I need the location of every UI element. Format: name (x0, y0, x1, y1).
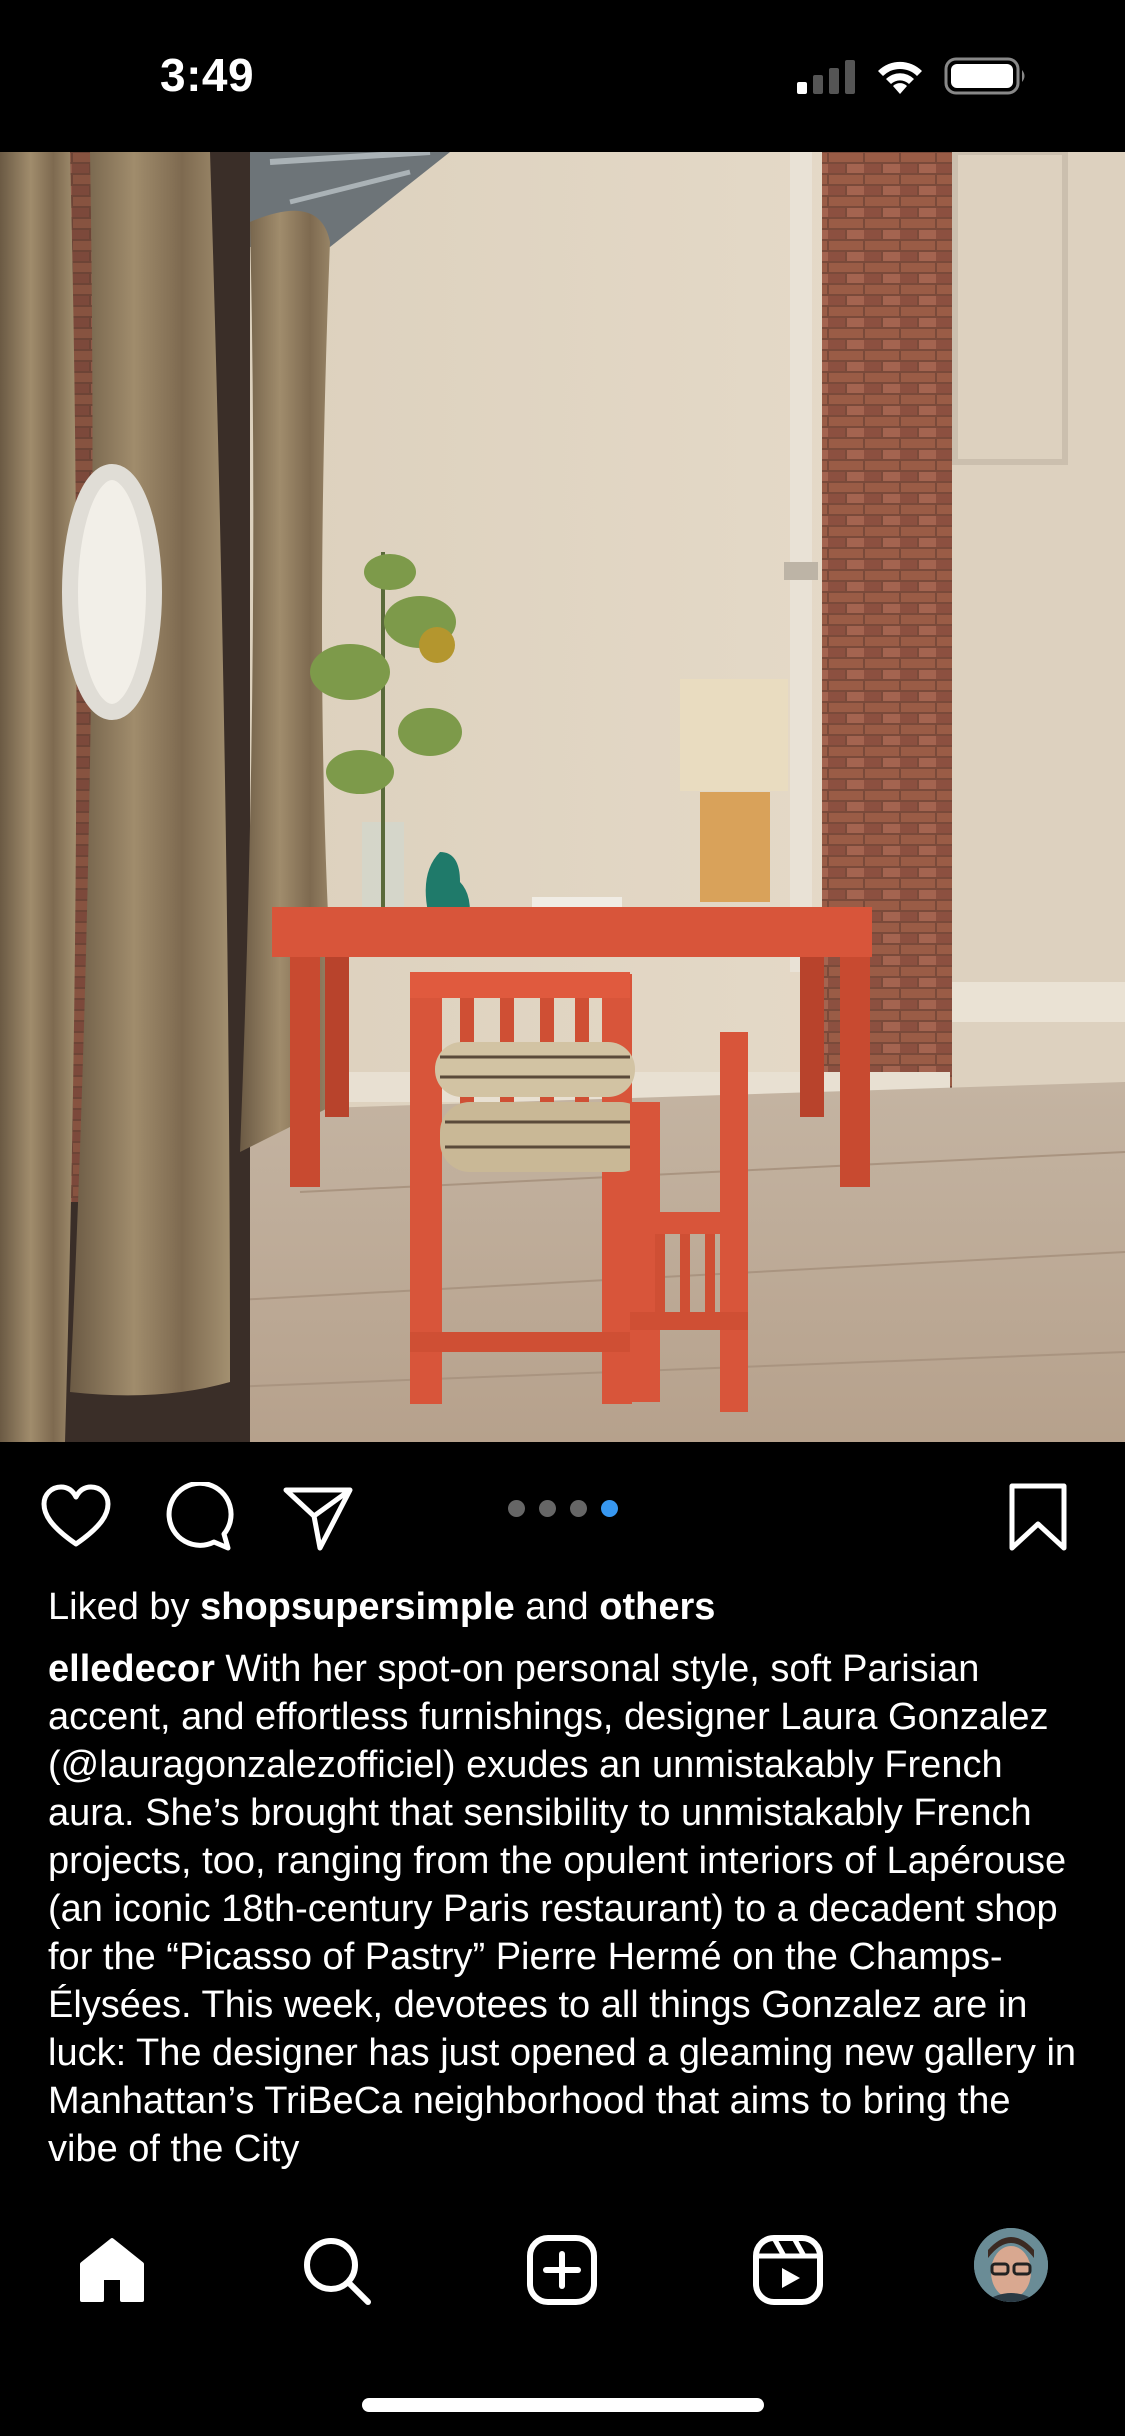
caption-text: With her spot-on personal style, soft Pa… (48, 1648, 1077, 2170)
liked-by-others[interactable]: others (599, 1586, 715, 1628)
carousel-indicator (508, 1500, 618, 1520)
bookmark-icon[interactable] (1002, 1482, 1074, 1554)
post-caption: elledecor With her spot-on personal styl… (48, 1645, 1088, 2197)
liked-by-user[interactable]: shopsupersimple (200, 1586, 515, 1628)
post-image[interactable] (0, 152, 1125, 1442)
home-icon[interactable] (76, 2234, 148, 2306)
likes-middle: and (514, 1586, 600, 1628)
carousel-dot-active (601, 1500, 618, 1517)
carousel-dot (570, 1500, 587, 1517)
heart-icon[interactable] (40, 1482, 112, 1554)
comment-icon[interactable] (162, 1482, 234, 1554)
share-icon[interactable] (282, 1482, 354, 1554)
likes-line[interactable]: Liked by shopsupersimple and others (48, 1582, 715, 1632)
battery-icon (944, 57, 1025, 95)
wifi-icon (878, 61, 922, 94)
caption-author[interactable]: elledecor (48, 1648, 215, 1690)
likes-prefix: Liked by (48, 1586, 201, 1628)
status-bar: 3:49 (0, 0, 1125, 152)
search-icon[interactable] (300, 2234, 372, 2306)
avatar-image (974, 2228, 1048, 2302)
reels-icon[interactable] (752, 2234, 824, 2306)
carousel-dot (508, 1500, 525, 1517)
create-icon[interactable] (526, 2234, 598, 2306)
home-indicator (362, 2398, 764, 2412)
profile-avatar[interactable] (974, 2228, 1048, 2302)
cellular-signal-icon (797, 60, 855, 94)
interior-photo (0, 152, 1125, 1442)
carousel-dot (539, 1500, 556, 1517)
status-time: 3:49 (160, 49, 255, 101)
